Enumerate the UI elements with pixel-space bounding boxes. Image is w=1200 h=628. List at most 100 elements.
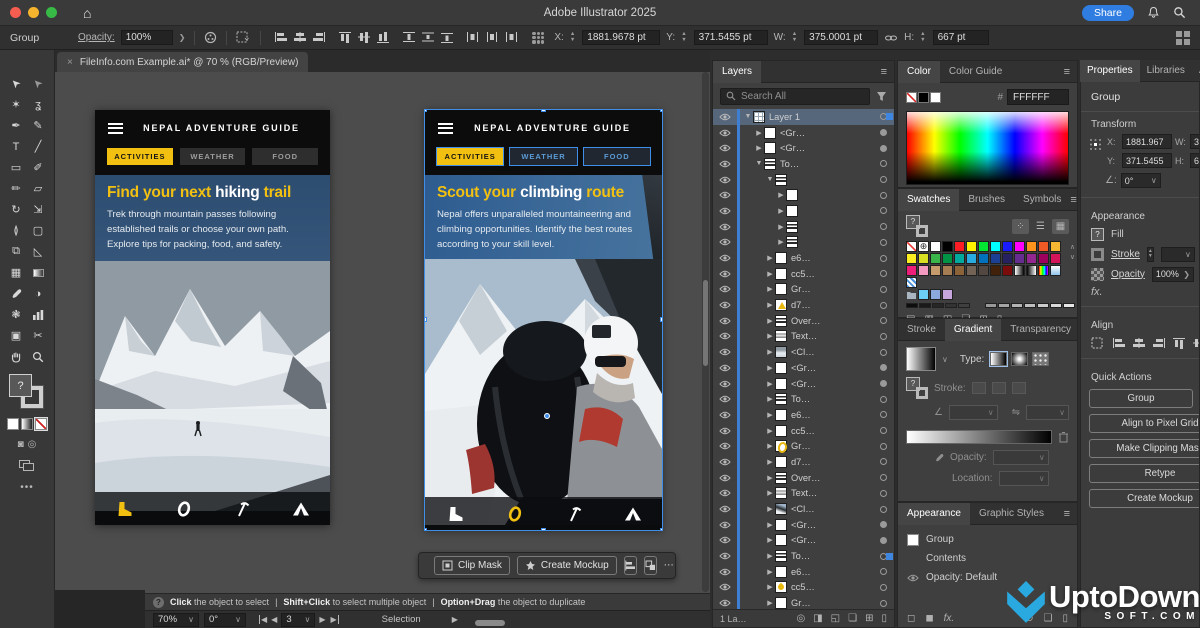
tab-stroke[interactable]: Stroke [898,319,945,341]
target-circle[interactable] [880,537,887,544]
visibility-eye-icon[interactable] [713,285,737,293]
align-to-selection-icon[interactable] [236,31,251,44]
layer-row[interactable]: ▼Layer 1 [713,109,894,125]
layer-row[interactable]: ▶ [713,219,894,235]
expand-arrow-icon[interactable]: ▶ [776,223,786,231]
layer-row[interactable]: ▶d7… [713,297,894,313]
gray-swatch[interactable] [1024,303,1036,308]
grad-bw-swatch[interactable] [1014,265,1025,276]
visibility-eye-icon[interactable] [713,380,737,388]
lasso-tool[interactable]: ʓ [27,95,49,114]
target-circle[interactable] [880,317,887,324]
curvature-tool[interactable]: ✎ [27,116,49,135]
hex-input[interactable]: FFFFFF [1007,89,1069,105]
layers-search-input[interactable]: Search All [720,88,870,105]
free-transform-tool[interactable]: ▢ [27,221,49,240]
align-right-icon[interactable] [312,31,326,44]
freeform-gradient-icon[interactable] [1032,352,1049,366]
appearance-row-opacity[interactable]: Opacity: Default [898,568,1077,587]
w-stepper[interactable]: ▲▼ [792,32,797,43]
direct-selection-tool[interactable]: ➤ [27,74,49,93]
expand-arrow-icon[interactable]: ▶ [765,442,775,450]
clip-mask-button[interactable]: Clip Mask [434,556,510,575]
fill-row[interactable]: ? Fill [1081,224,1199,244]
delete-item-icon[interactable]: ▯ [1062,613,1068,624]
color-swatch[interactable] [930,289,941,300]
tab-color-guide[interactable]: Color Guide [940,61,1011,83]
align-top-icon[interactable] [1172,337,1186,350]
gray-swatch[interactable] [1050,303,1062,308]
tab-brushes[interactable]: Brushes [959,189,1014,211]
panel-menu-icon[interactable]: ≡ [881,66,887,78]
target-circle[interactable] [880,411,887,418]
close-tab-icon[interactable]: × [67,57,73,68]
target-circle[interactable] [880,129,887,136]
canvas-area[interactable]: × FileInfo.com Example.ai* @ 70 % (RGB/P… [55,50,710,628]
gradient-slider[interactable] [906,430,1052,444]
eraser-tool[interactable]: ▱ [27,179,49,198]
layer-row[interactable]: ▶Text… [713,329,894,345]
panel-menu-icon[interactable]: ≡ [1070,194,1076,206]
target-circle[interactable] [880,255,887,262]
fill-swatch[interactable]: ? [1091,228,1104,241]
color-swatch[interactable] [918,253,929,264]
color-swatch[interactable] [918,265,929,276]
visibility-eye-icon[interactable] [713,521,737,529]
fill-stroke-mini[interactable]: ? [906,215,928,237]
delete-stop-icon[interactable] [1058,431,1069,443]
align-right-icon[interactable] [1152,337,1166,350]
opacity-input[interactable]: 100% [121,30,173,45]
first-artboard-icon[interactable]: ◀ [259,615,267,624]
pencil-tool[interactable]: ✏ [5,179,27,198]
selection-handle[interactable] [541,110,546,112]
y-input[interactable]: 371.5455 pt [694,30,768,45]
rectangle-tool[interactable]: ▭ [5,158,27,177]
artboard-hiking[interactable]: NEPAL ADVENTURE GUIDE ACTIVITIES WEATHER… [95,110,330,525]
linear-gradient-icon[interactable] [990,352,1007,366]
x-stepper[interactable]: ▲▼ [570,32,575,43]
layer-row[interactable]: ▶To… [713,548,894,564]
color-swatch[interactable] [930,253,941,264]
expand-arrow-icon[interactable]: ▶ [765,270,775,278]
h-stepper[interactable]: ▲▼ [920,32,925,43]
color-swatch[interactable] [966,253,977,264]
gray-swatch[interactable] [906,303,918,308]
target-circle[interactable] [880,396,887,403]
expand-arrow-icon[interactable]: ▼ [765,176,775,183]
new-layer-icon[interactable]: ❏ [848,613,857,624]
expand-arrow-icon[interactable]: ▶ [765,348,775,356]
visibility-eye-icon[interactable] [713,458,737,466]
quick-action-retype-button[interactable]: Retype [1089,464,1200,483]
tab-color[interactable]: Color [898,61,940,83]
layer-row[interactable]: ▶e6… [713,564,894,580]
locate-object-icon[interactable]: ◎ [796,613,805,624]
layer-row[interactable]: ▶To… [713,391,894,407]
target-circle[interactable] [880,443,887,450]
scale-tool[interactable]: ⇲ [27,200,49,219]
selection-handle[interactable] [660,317,662,322]
color-swatch[interactable] [954,241,965,252]
selection-handle[interactable] [541,528,546,530]
expand-arrow-icon[interactable]: ▶ [776,207,786,215]
distribute-center-horizontal-icon[interactable] [485,31,499,44]
visibility-eye-icon[interactable] [713,599,737,607]
zoom-level-select[interactable]: 70%∨ [153,613,199,627]
target-circle[interactable] [880,521,887,528]
perspective-grid-tool[interactable]: ◺ [27,242,49,261]
layer-row[interactable]: ▶e6… [713,407,894,423]
color-swatch[interactable] [990,253,1001,264]
visibility-eye-icon[interactable] [713,442,737,450]
stroke-weight-input[interactable]: ∨ [1161,247,1195,262]
align-center-horizontal-icon[interactable] [1132,337,1146,350]
reg-swatch[interactable]: ⊕ [918,241,929,252]
expand-arrow-icon[interactable]: ▶ [765,285,775,293]
color-swatch[interactable] [978,253,989,264]
selection-handle[interactable] [660,110,662,112]
visibility-eye-icon[interactable] [713,474,737,482]
draw-behind-icon[interactable]: ◎ [28,439,37,450]
layer-row[interactable]: ▶Text… [713,486,894,502]
expand-arrow-icon[interactable]: ▶ [765,411,775,419]
panel-menu-icon[interactable]: ≡ [1064,66,1070,78]
color-swatch[interactable] [978,241,989,252]
visibility-eye-icon[interactable] [713,411,737,419]
